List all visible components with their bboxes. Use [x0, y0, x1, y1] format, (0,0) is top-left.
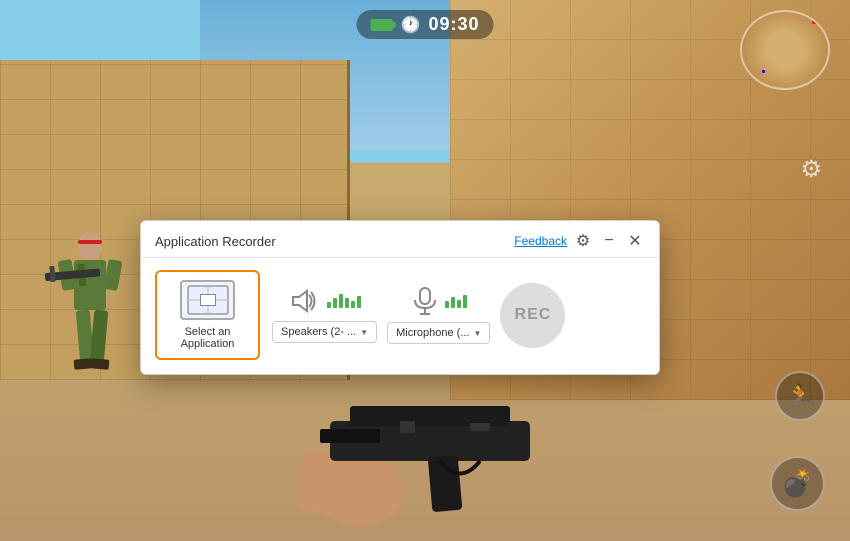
minimap	[740, 10, 830, 90]
speakers-dropdown-arrow: ▼	[360, 328, 368, 337]
microphone-dropdown-arrow: ▼	[474, 329, 482, 338]
soldier-figure	[30, 196, 150, 411]
microphone-section: Microphone (... ▼	[387, 286, 490, 344]
speaker-icon-area	[289, 287, 361, 315]
mic-bar-3	[457, 300, 461, 308]
select-app-label: Select an Application	[157, 326, 258, 350]
record-button[interactable]: REC	[500, 283, 565, 348]
mic-bar-1	[445, 301, 449, 308]
level-bar-3	[339, 294, 343, 308]
mic-icon-area	[411, 286, 467, 316]
audio-controls: Speakers (2- ... ▼	[272, 283, 645, 348]
minimize-button[interactable]: −	[599, 231, 619, 251]
mic-bar-2	[451, 297, 455, 308]
microphone-dropdown-label: Microphone (...	[396, 327, 469, 339]
speakers-dropdown[interactable]: Speakers (2- ... ▼	[272, 321, 377, 343]
speaker-icon	[289, 287, 319, 315]
run-icon[interactable]: 🏃	[775, 371, 825, 421]
close-button[interactable]: ✕	[625, 231, 645, 251]
dialog-controls: Feedback ⚙ − ✕	[514, 231, 645, 251]
level-bar-1	[327, 302, 331, 308]
hud-top: 🕐 09:30	[357, 10, 494, 39]
level-bar-6	[357, 296, 361, 308]
mic-level-bars	[445, 295, 467, 308]
game-time: 09:30	[428, 14, 479, 35]
battery-icon	[371, 19, 393, 31]
speakers-dropdown-label: Speakers (2- ...	[281, 326, 356, 338]
level-bar-5	[351, 301, 355, 308]
dialog-titlebar: Application Recorder Feedback ⚙ − ✕	[141, 221, 659, 258]
select-application-button[interactable]: Select an Application	[155, 270, 260, 360]
microphone-icon	[411, 286, 439, 316]
dialog-title: Application Recorder	[155, 234, 276, 249]
feedback-link[interactable]: Feedback	[514, 234, 567, 248]
clock-icon: 🕐	[401, 15, 421, 35]
settings-button[interactable]: ⚙	[573, 231, 593, 251]
mic-bar-4	[463, 295, 467, 308]
speaker-level-bars	[327, 294, 361, 308]
level-bar-2	[333, 298, 337, 308]
dialog-body: Select an Application	[141, 258, 659, 372]
select-app-icon	[180, 280, 235, 320]
ammo-icon[interactable]: 💣	[770, 456, 825, 511]
application-recorder-dialog: Application Recorder Feedback ⚙ − ✕ Sele…	[140, 220, 660, 375]
speaker-section: Speakers (2- ... ▼	[272, 287, 377, 343]
microphone-dropdown[interactable]: Microphone (... ▼	[387, 322, 490, 344]
gear-hud-icon[interactable]: ⚙	[800, 155, 822, 184]
level-bar-4	[345, 298, 349, 308]
